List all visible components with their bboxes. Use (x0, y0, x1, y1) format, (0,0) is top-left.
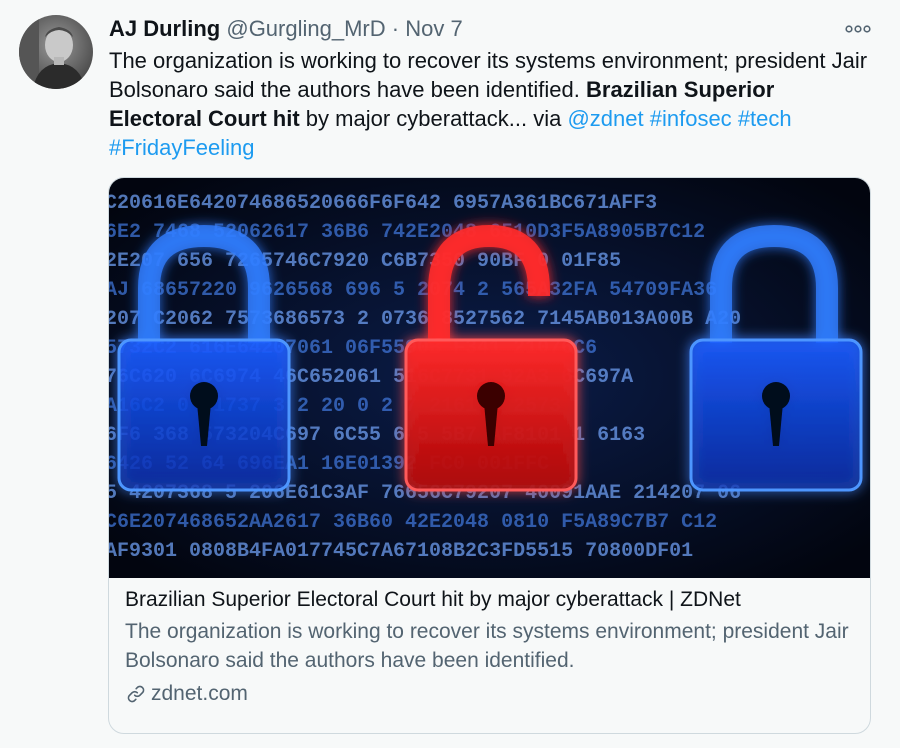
tweet-header: AJ Durling @Gurgling_MrD · Nov 7 (109, 14, 463, 44)
card-body[interactable]: Brazilian Superior Electoral Court hit b… (125, 585, 860, 709)
hex-code-row: C20616E642074686520666F6F642 6957A361BC6… (109, 192, 657, 215)
card-title[interactable]: Brazilian Superior Electoral Court hit b… (125, 585, 860, 615)
card-description: The organization is working to recover i… (125, 620, 849, 672)
tweet-text: The organization is working to recover i… (109, 46, 869, 162)
tweet-text-part: by major cyberattack... via (299, 106, 568, 131)
card-domain[interactable]: zdnet.com (151, 679, 248, 709)
hex-code-row: AJ 68657220 9626568 696 5 2074 2 565A32F… (109, 279, 717, 302)
author-handle[interactable]: @Gurgling_MrD (226, 16, 385, 41)
link-icon (127, 685, 145, 703)
mention-link[interactable]: @zdnet (567, 106, 643, 131)
tweet-date[interactable]: Nov 7 (405, 16, 462, 41)
tweet-article[interactable]: AJ Durling @Gurgling_MrD · Nov 7 The org… (0, 0, 900, 748)
hex-code-row: C6E207468652AA2617 36B60 42E2048 0810 F5… (109, 511, 717, 534)
link-card[interactable]: C20616E642074686520666F6F642 6957A361BC6… (108, 177, 871, 734)
hashtag-link[interactable]: #FridayFeeling (109, 135, 255, 160)
card-image[interactable]: C20616E642074686520666F6F642 6957A361BC6… (109, 178, 870, 578)
hashtag-link[interactable]: #infosec (650, 106, 732, 131)
hex-code-row: 207 C2062 7573686573 2 0736 8527562 7145… (109, 308, 741, 331)
hex-code-row: AF9301 0808B4FA017745C7A67108B2C3FD5515 … (109, 540, 693, 563)
avatar[interactable] (19, 15, 93, 89)
author-name[interactable]: AJ Durling (109, 16, 220, 41)
hashtag-link[interactable]: #tech (738, 106, 792, 131)
header-separator: · (391, 16, 400, 41)
card-domain-row[interactable]: zdnet.com (125, 679, 860, 709)
more-horizontal-icon[interactable] (843, 22, 873, 36)
